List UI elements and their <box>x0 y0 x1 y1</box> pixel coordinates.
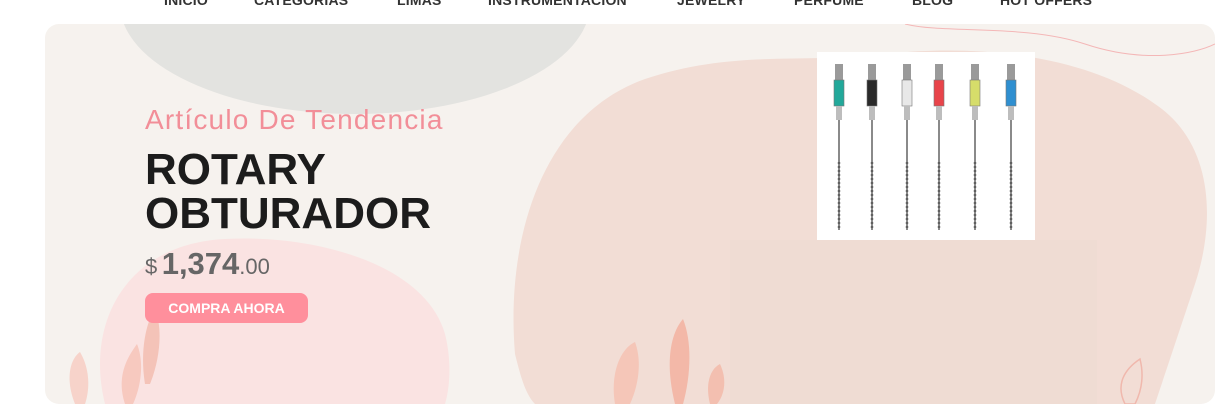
product-backdrop <box>730 240 1097 404</box>
price-cents: .00 <box>239 254 270 279</box>
nav-item-inicio[interactable]: INICIO <box>164 0 208 8</box>
nav-item-hot-offers[interactable]: HOT OFFERS <box>1000 0 1092 8</box>
price-whole: 1,374 <box>161 246 240 281</box>
rotary-file-icon <box>1005 64 1017 230</box>
nav-item-categorias[interactable]: CATEGORIAS <box>254 0 348 8</box>
buy-now-button[interactable]: COMPRA AHORA <box>145 293 308 323</box>
price-currency: $ <box>145 254 158 279</box>
nav-item-jewelry[interactable]: JEWELRY <box>677 0 746 8</box>
nav-item-perfume[interactable]: PERFUME <box>794 0 864 8</box>
nav-item-blog[interactable]: BLOG <box>912 0 953 8</box>
rotary-file-icon <box>833 64 845 230</box>
rotary-file-icon <box>933 64 945 230</box>
product-image[interactable] <box>817 52 1035 240</box>
rotary-file-icon <box>969 64 981 230</box>
hero-banner: Artículo De Tendencia ROTARY OBTURADOR $… <box>45 24 1215 404</box>
hero-price: $ 1,374.00 <box>145 246 270 282</box>
grey-blob <box>123 24 587 114</box>
main-nav: INICIO CATEGORIAS LIMAS INSTRUMENTACIÓN … <box>0 0 1224 12</box>
leaf-left-2 <box>69 352 89 404</box>
nav-item-instrumentacion[interactable]: INSTRUMENTACIÓN <box>488 0 627 8</box>
rotary-file-icon <box>901 64 913 230</box>
nav-item-limas[interactable]: LIMAS <box>397 0 442 8</box>
rotary-file-icon <box>866 64 878 230</box>
rotary-files-icon <box>833 64 1017 230</box>
hero-title: ROTARY OBTURADOR <box>145 145 431 238</box>
hero-subtitle: Artículo De Tendencia <box>145 104 444 135</box>
